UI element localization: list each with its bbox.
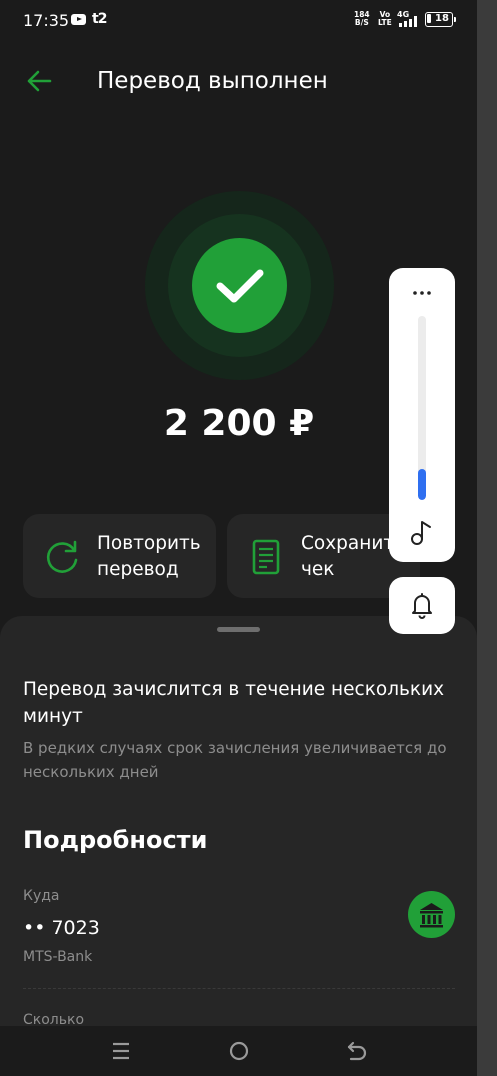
check-icon xyxy=(216,269,264,303)
volte-bottom: LTE xyxy=(378,18,392,27)
signal-icon: 4G xyxy=(397,10,417,27)
network-type: 4G xyxy=(397,10,409,19)
back-arrow-icon[interactable] xyxy=(24,66,54,96)
volte-indicator: Vo LTE xyxy=(378,11,392,27)
home-icon[interactable] xyxy=(226,1038,252,1064)
battery-icon: 18 xyxy=(425,12,456,27)
volume-slider[interactable] xyxy=(418,316,426,500)
bank-icon xyxy=(408,891,455,938)
transfer-success-screen: 17:35 t2 184 B/S Vo LTE 4G 18 Перевод вы… xyxy=(0,0,497,1076)
nav-back-icon[interactable] xyxy=(344,1038,370,1064)
crediting-info-subtitle: В редких случаях срок зачисления увеличи… xyxy=(23,739,447,781)
sheet-drag-handle[interactable] xyxy=(217,627,260,632)
more-dots-icon[interactable] xyxy=(411,290,433,296)
details-divider xyxy=(23,988,455,989)
refresh-icon xyxy=(46,540,78,573)
navigation-bar xyxy=(0,1026,477,1076)
network-speed-unit: B/S xyxy=(354,18,369,27)
carrier-logo: t2 xyxy=(92,11,107,27)
music-note-icon xyxy=(411,521,431,545)
screen-edge xyxy=(477,0,497,1076)
page-title: Перевод выполнен xyxy=(97,68,328,94)
recipient-bank: MTS-Bank xyxy=(23,949,93,965)
repeat-transfer-label: Повторить перевод xyxy=(97,533,201,580)
volume-slider-fill xyxy=(418,469,426,500)
battery-level: 18 xyxy=(435,13,449,24)
bell-icon xyxy=(412,593,432,619)
receipt-icon xyxy=(252,539,280,575)
volume-panel xyxy=(389,268,455,562)
status-bar: 17:35 t2 184 B/S Vo LTE 4G 18 xyxy=(0,0,497,40)
details-heading: Подробности xyxy=(23,826,208,854)
repeat-transfer-button[interactable]: Повторить перевод xyxy=(23,514,216,598)
details-sheet: Перевод зачислится в течение нескольких … xyxy=(0,616,477,1036)
network-speed: 184 B/S xyxy=(354,11,370,27)
status-time: 17:35 xyxy=(23,11,70,30)
recipient-label: Куда xyxy=(23,888,60,904)
ringer-mode-button[interactable] xyxy=(389,577,455,634)
recipient-account: •• 7023 xyxy=(23,917,100,939)
youtube-notification-icon xyxy=(71,14,86,25)
recent-apps-icon[interactable] xyxy=(108,1038,134,1064)
crediting-info-title: Перевод зачислится в течение нескольких … xyxy=(23,679,445,727)
